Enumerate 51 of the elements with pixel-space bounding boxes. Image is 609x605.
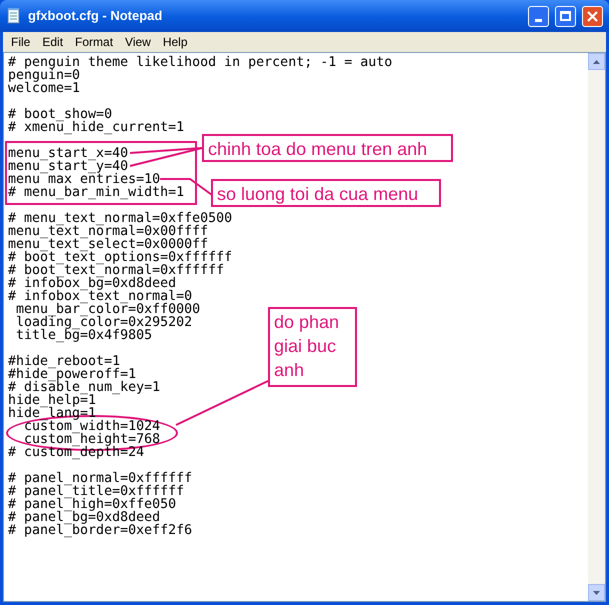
code-line: # disable_num_key=1 bbox=[8, 381, 160, 394]
scrollbar[interactable] bbox=[588, 53, 605, 601]
scroll-down-button[interactable] bbox=[588, 584, 605, 601]
down-arrow-icon bbox=[593, 590, 600, 594]
annotation-label: do phan giai buc anh bbox=[268, 307, 357, 387]
menu-item[interactable]: View bbox=[119, 33, 157, 51]
code-line: # menu_bar_min_width=1 bbox=[8, 186, 184, 199]
notepad-icon bbox=[6, 7, 22, 25]
code-line: # boot_text_options=0xffffff bbox=[8, 251, 232, 264]
close-button[interactable] bbox=[582, 6, 603, 26]
code-line: menu_start_x=40 bbox=[8, 147, 128, 160]
scroll-up-button[interactable] bbox=[588, 53, 605, 70]
code-line: # panel_border=0xeff2f6 bbox=[8, 524, 192, 537]
menu-item[interactable]: Edit bbox=[36, 33, 70, 51]
code-line: menu_bar_color=0xff0000 bbox=[15, 303, 200, 316]
code-line: welcome=1 bbox=[8, 82, 80, 95]
maximize-button[interactable] bbox=[555, 6, 576, 26]
code-line: # panel_normal=0xffffff bbox=[8, 472, 192, 485]
code-line: loading_color=0x295202 bbox=[15, 316, 192, 329]
code-line: menu_text_select=0x0000ff bbox=[8, 238, 208, 251]
code-line: # boot_show=0 bbox=[8, 108, 112, 121]
code-line: # boot_text_normal=0xffffff bbox=[8, 264, 224, 277]
menu-item[interactable]: Help bbox=[156, 33, 194, 51]
code-line: # xmenu_hide_current=1 bbox=[8, 121, 184, 134]
code-line: #hide_poweroff=1 bbox=[8, 368, 136, 381]
window-title: gfxboot.cfg - Notepad bbox=[28, 7, 164, 26]
code-line: # panel_bg=0xd8deed bbox=[8, 511, 160, 524]
code-line: # panel_title=0xffffff bbox=[8, 485, 184, 498]
code-line: # infobox_text_normal=0 bbox=[8, 290, 192, 303]
menu-item[interactable]: File bbox=[5, 33, 36, 51]
code-line: hide_help=1 bbox=[8, 394, 96, 407]
up-arrow-icon bbox=[593, 60, 600, 64]
code-line: menu_text_normal=0x00ffff bbox=[8, 225, 208, 238]
annotation-label: so luong toi da cua menu bbox=[211, 179, 441, 207]
code-line: penguin=0 bbox=[8, 69, 80, 82]
code-line: title_bg=0x4f9805 bbox=[15, 329, 152, 342]
minimize-button[interactable] bbox=[528, 6, 549, 26]
code-line: # custom_depth=24 bbox=[8, 446, 144, 459]
code-line: menu max entries=10 bbox=[8, 173, 160, 186]
code-line: # infobox_bg=0xd8deed bbox=[8, 277, 176, 290]
close-icon bbox=[587, 10, 598, 22]
annotation-label: chinh toa do menu tren anh bbox=[202, 134, 453, 162]
code-line: menu_start_y=40 bbox=[8, 160, 128, 173]
code-line: hide_lang=1 bbox=[8, 407, 96, 420]
code-line: # menu_text_normal=0xffe0500 bbox=[8, 212, 232, 225]
code-line: #hide_reboot=1 bbox=[8, 355, 120, 368]
code-line: # panel_high=0xffe050 bbox=[8, 498, 176, 511]
code-line: custom_width=1024 bbox=[24, 420, 160, 433]
code-line: # penguin theme likelihood in percent; -1 = auto bbox=[8, 56, 392, 69]
menu-item[interactable]: Format bbox=[69, 33, 120, 51]
code-line: custom_height=768 bbox=[23, 433, 160, 446]
